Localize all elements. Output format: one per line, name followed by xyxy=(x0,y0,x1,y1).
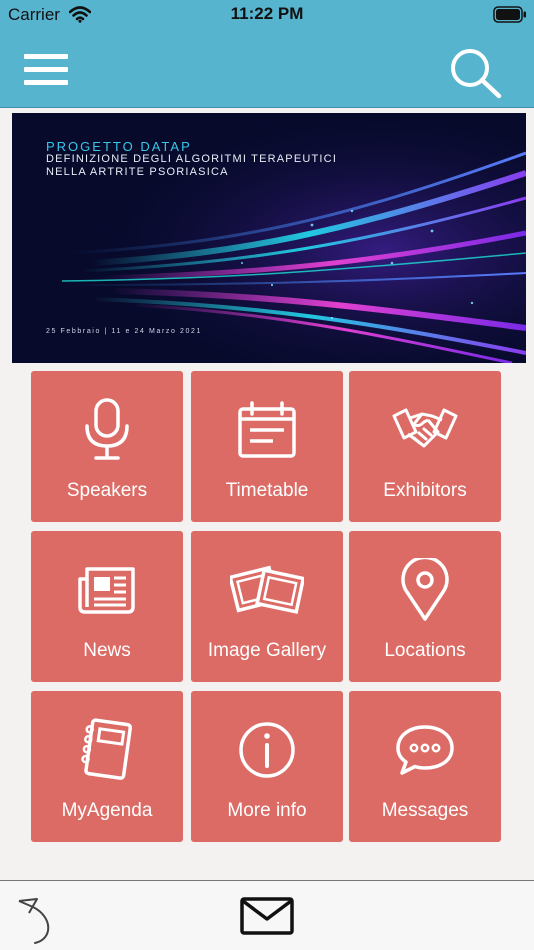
tile-label: Locations xyxy=(384,640,466,661)
tile-label: MyAgenda xyxy=(61,800,153,821)
banner-dates: 25 Febbraio | 11 e 24 Marzo 2021 xyxy=(46,328,203,335)
tile-label: News xyxy=(83,640,131,661)
tile-label: Timetable xyxy=(225,480,309,501)
chat-bubble-icon xyxy=(349,717,501,783)
battery-icon xyxy=(493,6,527,28)
tile-exhibitors[interactable]: Exhibitors xyxy=(349,371,501,522)
tile-more-info[interactable]: More info xyxy=(191,691,343,842)
banner-title: PROGETTO DATAP xyxy=(46,139,192,154)
clock: 11:22 PM xyxy=(230,4,304,23)
event-banner[interactable]: PROGETTO DATAP DEFINIZIONE DEGLI ALGORIT… xyxy=(12,113,526,363)
bottom-toolbar xyxy=(0,880,534,950)
tile-locations[interactable]: Locations xyxy=(349,531,501,682)
tile-label: Messages xyxy=(381,800,469,821)
back-arrow-icon[interactable] xyxy=(13,895,53,947)
search-icon[interactable] xyxy=(449,47,503,99)
tile-label: Exhibitors xyxy=(383,480,467,501)
tile-news[interactable]: News xyxy=(31,531,183,682)
tile-speakers[interactable]: Speakers xyxy=(31,371,183,522)
tile-image-gallery[interactable]: Image Gallery xyxy=(191,531,343,682)
tile-label: Speakers xyxy=(66,480,148,501)
mail-icon[interactable] xyxy=(240,897,294,935)
status-bar: Carrier 11:22 PM xyxy=(0,0,534,30)
tile-myagenda[interactable]: MyAgenda xyxy=(31,691,183,842)
photos-icon xyxy=(191,557,343,623)
info-icon xyxy=(191,717,343,783)
handshake-icon xyxy=(349,397,501,463)
calendar-icon xyxy=(191,397,343,463)
top-nav-bar xyxy=(0,30,534,108)
tile-label: More info xyxy=(227,800,307,821)
microphone-icon xyxy=(31,397,183,463)
tile-messages[interactable]: Messages xyxy=(349,691,501,842)
tile-label: Image Gallery xyxy=(207,640,327,661)
tile-timetable[interactable]: Timetable xyxy=(191,371,343,522)
notebook-icon xyxy=(31,717,183,783)
location-pin-icon xyxy=(349,557,501,623)
hamburger-menu-icon[interactable] xyxy=(24,54,68,90)
newspaper-icon xyxy=(31,557,183,623)
banner-subtitle: DEFINIZIONE DEGLI ALGORITMI TERAPEUTICI … xyxy=(46,153,338,178)
